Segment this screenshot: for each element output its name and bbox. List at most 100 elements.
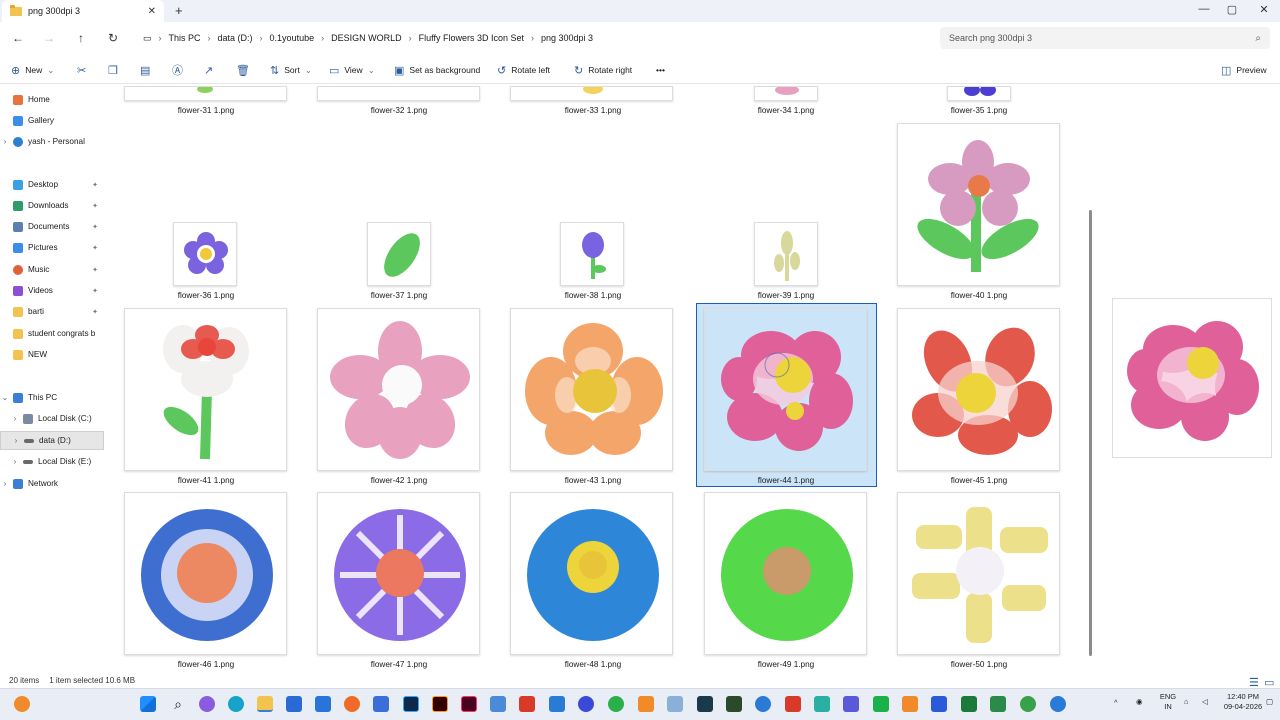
cut-button[interactable]: ✂ [77,63,86,77]
acrobat-icon[interactable] [519,696,535,712]
illustrator-icon[interactable] [432,696,448,712]
app-icon[interactable] [755,696,771,712]
app-icon[interactable] [578,696,594,712]
view-button[interactable]: ▭ View ⌄ [329,63,375,77]
show-hidden-icons[interactable]: ^ [1114,698,1118,708]
teams-icon[interactable] [843,696,859,712]
chrome-icon[interactable] [1020,696,1036,712]
file-name[interactable]: flower-38 1.png [504,291,682,300]
file-name[interactable]: flower-43 1.png [504,476,682,485]
file-name[interactable]: flower-36 1.png [117,291,295,300]
thumbnail-flower-36[interactable] [173,222,237,286]
thumbnail-flower-44[interactable] [704,308,867,471]
app-icon[interactable] [814,696,830,712]
file-name[interactable]: flower-50 1.png [890,660,1068,669]
wifi-icon[interactable]: ◉ [1136,697,1143,707]
indesign-icon[interactable] [461,696,477,712]
thumbnail-flower-37[interactable] [367,222,431,286]
sidebar-item-music[interactable]: Music ✦ [0,260,104,279]
thumbnail-flower-46[interactable] [124,492,287,655]
file-name[interactable]: flower-44 1.png [697,476,875,485]
app-icon[interactable] [373,696,389,712]
sidebar-item-pictures[interactable]: Pictures ✦ [0,238,104,257]
edge-icon[interactable] [228,696,244,712]
thumbnail-flower-38[interactable] [560,222,624,286]
minimize-button[interactable]: — [1194,3,1214,15]
sidebar-item-local-c[interactable]: › Local Disk (C:) [0,409,104,428]
new-button[interactable]: ⊕ New ⌄ [11,63,54,77]
more-options-button[interactable]: ••• [656,63,665,77]
word-icon[interactable] [931,696,947,712]
app-icon[interactable] [549,696,565,712]
app-icon[interactable] [785,696,801,712]
app-icon[interactable] [726,696,742,712]
clock[interactable]: 12:40 PM 09-04-2026 [1222,692,1264,712]
file-name[interactable]: flower-46 1.png [117,660,295,669]
file-name[interactable]: flower-41 1.png [117,476,295,485]
sidebar-item-videos[interactable]: Videos ✦ [0,281,104,300]
thumbnail-flower-31[interactable] [124,86,287,101]
notification-icon[interactable]: ▢ [1266,697,1273,707]
thumbnail-flower-48[interactable] [510,492,673,655]
crumb-fluffy-flowers[interactable]: Fluffy Flowers 3D Icon Set [412,33,531,43]
thumbnail-flower-47[interactable] [317,492,480,655]
up-button[interactable]: ↑ [72,29,90,47]
outlook-icon[interactable] [315,696,331,712]
set-background-button[interactable]: ▣ Set as background [394,63,480,77]
crumb-youtube[interactable]: 0.1youtube [263,33,322,43]
thumbnail-flower-39[interactable] [754,222,818,286]
refresh-button[interactable]: ↻ [104,29,122,47]
sidebar-item-gallery[interactable]: Gallery [0,111,104,130]
store-icon[interactable] [286,696,302,712]
file-name[interactable]: flower-34 1.png [697,106,875,115]
file-name[interactable]: flower-47 1.png [310,660,488,669]
thumbnail-flower-32[interactable] [317,86,480,101]
sidebar-item-this-pc[interactable]: ⌄ This PC [0,388,104,407]
app-icon[interactable] [1050,696,1066,712]
file-name[interactable]: flower-45 1.png [890,476,1068,485]
whatsapp-icon[interactable] [608,696,624,712]
forward-button[interactable]: → [40,29,58,47]
sidebar-item-data-d[interactable]: › data (D:) [0,431,104,450]
file-name[interactable]: flower-49 1.png [697,660,875,669]
crumb-data-d[interactable]: data (D:) [211,33,260,43]
sort-button[interactable]: ⇅ Sort ⌄ [270,63,312,77]
file-name[interactable]: flower-32 1.png [310,106,488,115]
sidebar-item-network[interactable]: › Network [0,474,104,493]
delete-button[interactable]: 🗑 [236,63,250,77]
copy-button[interactable]: ❐ [108,63,118,77]
details-view-icon[interactable]: ☰ [1249,675,1259,689]
file-name[interactable]: flower-31 1.png [117,106,295,115]
file-name[interactable]: flower-35 1.png [890,106,1068,115]
crumb-this-pc[interactable]: This PC [162,33,208,43]
thumbnail-flower-40[interactable] [897,123,1060,286]
scrollbar-thumb[interactable] [1089,210,1092,656]
close-window-button[interactable]: ✕ [1254,3,1274,16]
search-input[interactable]: Search png 300dpi 3 ⌕ [940,27,1270,49]
file-name[interactable]: flower-39 1.png [697,291,875,300]
copilot-icon[interactable] [199,696,215,712]
sidebar-item-home[interactable]: Home [0,90,104,109]
volume-icon[interactable]: ◁ [1202,697,1208,707]
rotate-left-button[interactable]: ↺ Rotate left [497,63,550,77]
app-icon[interactable] [667,696,683,712]
rename-button[interactable]: Ⓐ [172,63,183,77]
language-indicator[interactable]: ENG IN [1158,692,1178,712]
file-explorer-icon[interactable] [257,696,273,712]
thumbnail-flower-35[interactable] [947,86,1011,101]
tiles-view-icon[interactable]: ▭ [1264,675,1274,689]
preview-pane-button[interactable]: ◫ Preview [1221,63,1267,77]
paste-button[interactable]: ▤ [140,63,150,77]
firefox-icon[interactable] [344,696,360,712]
sidebar-item-new[interactable]: NEW [0,345,104,364]
file-name[interactable]: flower-37 1.png [310,291,488,300]
thumbnail-flower-33[interactable] [510,86,673,101]
rotate-right-button[interactable]: ↻ Rotate right [574,63,632,77]
sidebar-item-downloads[interactable]: Downloads ✦ [0,196,104,215]
app-icon[interactable] [638,696,654,712]
network-tray-icon[interactable]: ⌂ [1184,697,1189,707]
sidebar-item-onedrive[interactable]: › yash - Personal [0,132,104,151]
excel-icon[interactable] [961,696,977,712]
photoshop-icon[interactable] [403,696,419,712]
thumbnail-flower-43[interactable] [510,308,673,471]
